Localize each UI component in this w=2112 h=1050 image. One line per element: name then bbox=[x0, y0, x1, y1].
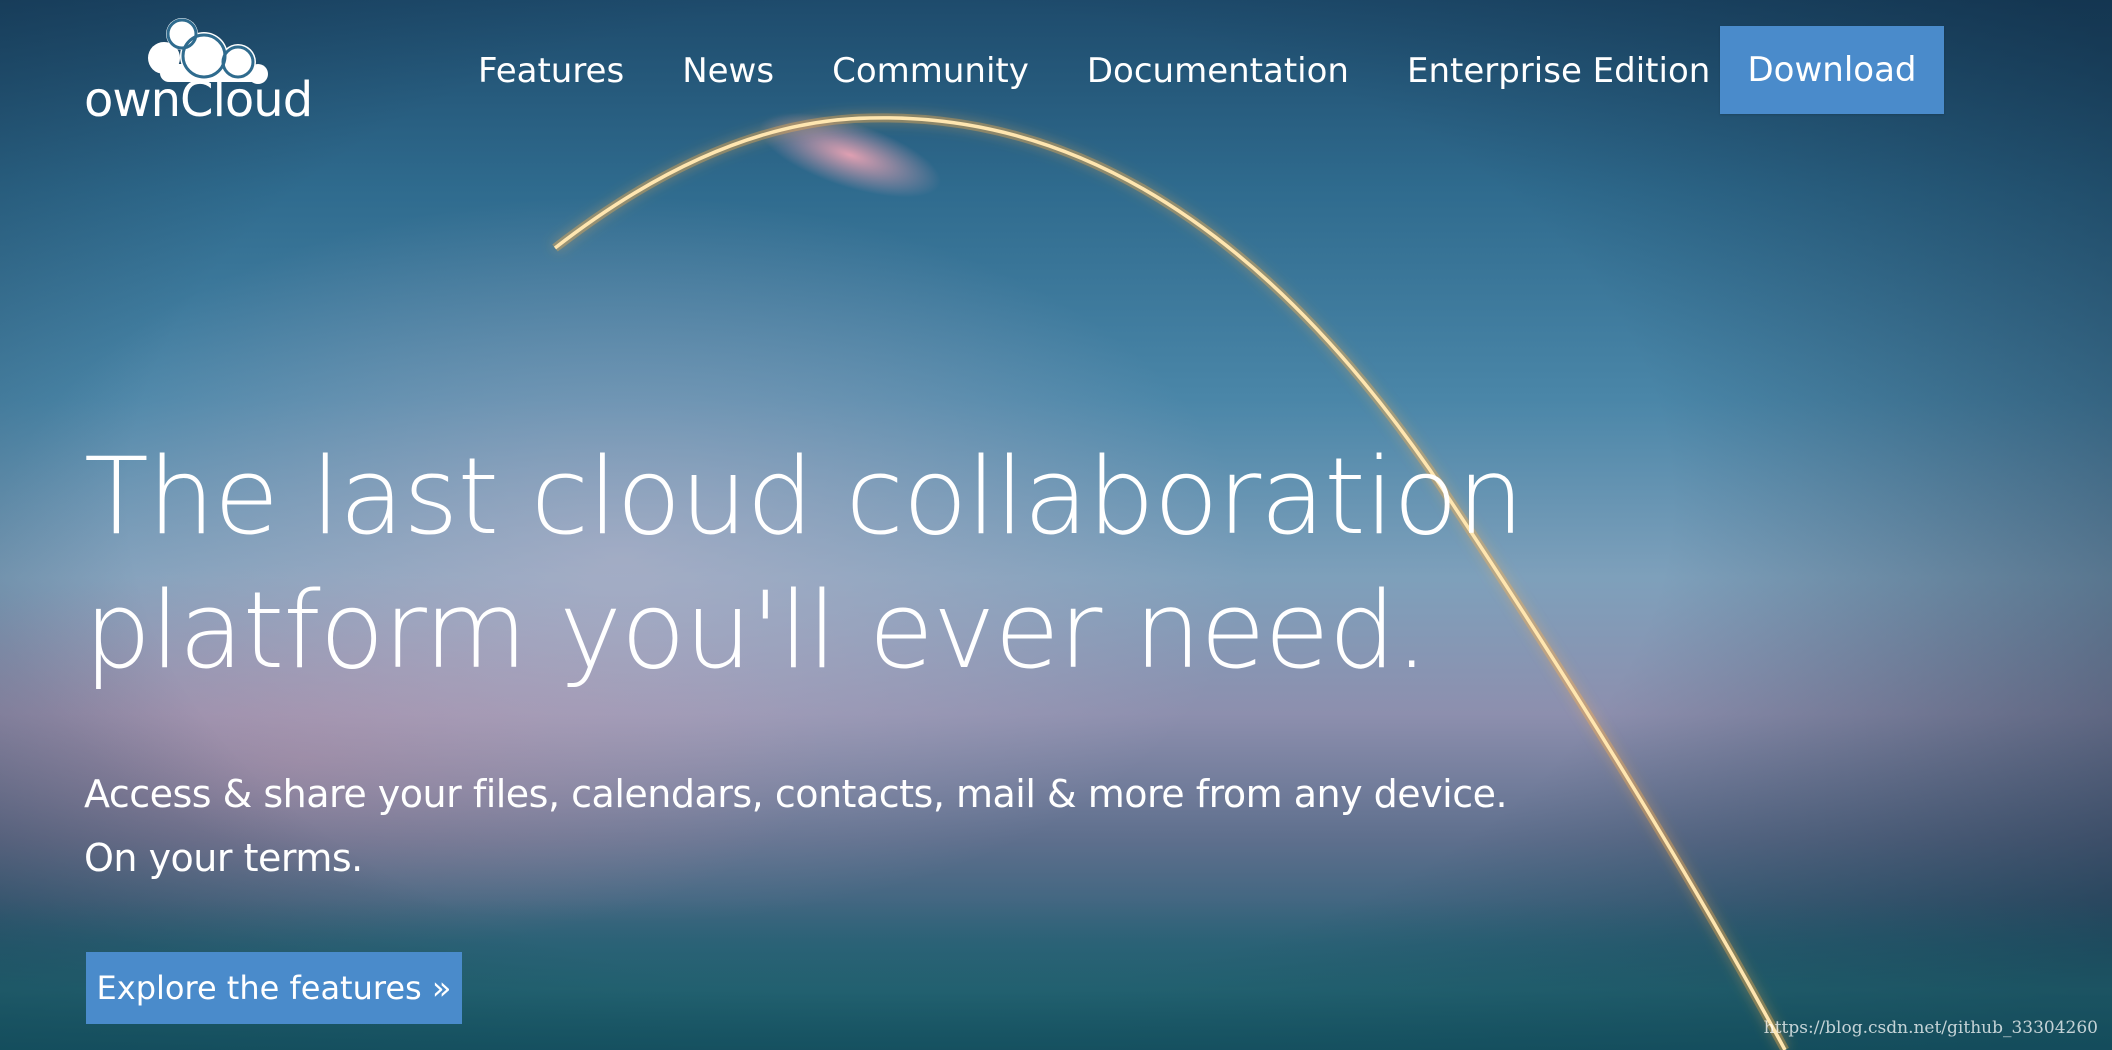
brand-wordmark: ownCloud bbox=[84, 72, 313, 128]
site-header: ownCloud Features News Community Documen… bbox=[0, 0, 2112, 140]
nav-item-enterprise-edition[interactable]: Enterprise Edition bbox=[1407, 48, 1710, 94]
hero-title-line-1: The last cloud collaboration bbox=[84, 435, 1524, 558]
nav-item-features[interactable]: Features bbox=[478, 48, 624, 94]
owncloud-logo[interactable]: ownCloud bbox=[84, 18, 313, 126]
main-nav: Features News Community Documentation En… bbox=[478, 48, 1768, 94]
hero-title-line-2: platform you'll ever need. bbox=[84, 569, 1429, 692]
watermark-text: https://blog.csdn.net/github_33304260 bbox=[1763, 1018, 2098, 1038]
hero-subtitle-line-1: Access & share your files, calendars, co… bbox=[84, 772, 1508, 816]
hero-subtitle: Access & share your files, calendars, co… bbox=[84, 762, 1508, 890]
download-button[interactable]: Download bbox=[1720, 26, 1944, 114]
hero-title: The last cloud collaboration platform yo… bbox=[84, 430, 1524, 698]
nav-item-community[interactable]: Community bbox=[832, 48, 1029, 94]
hero-subtitle-line-2: On your terms. bbox=[84, 836, 363, 880]
nav-item-documentation[interactable]: Documentation bbox=[1087, 48, 1349, 94]
explore-features-button[interactable]: Explore the features » bbox=[86, 952, 462, 1024]
nav-item-news[interactable]: News bbox=[682, 48, 774, 94]
